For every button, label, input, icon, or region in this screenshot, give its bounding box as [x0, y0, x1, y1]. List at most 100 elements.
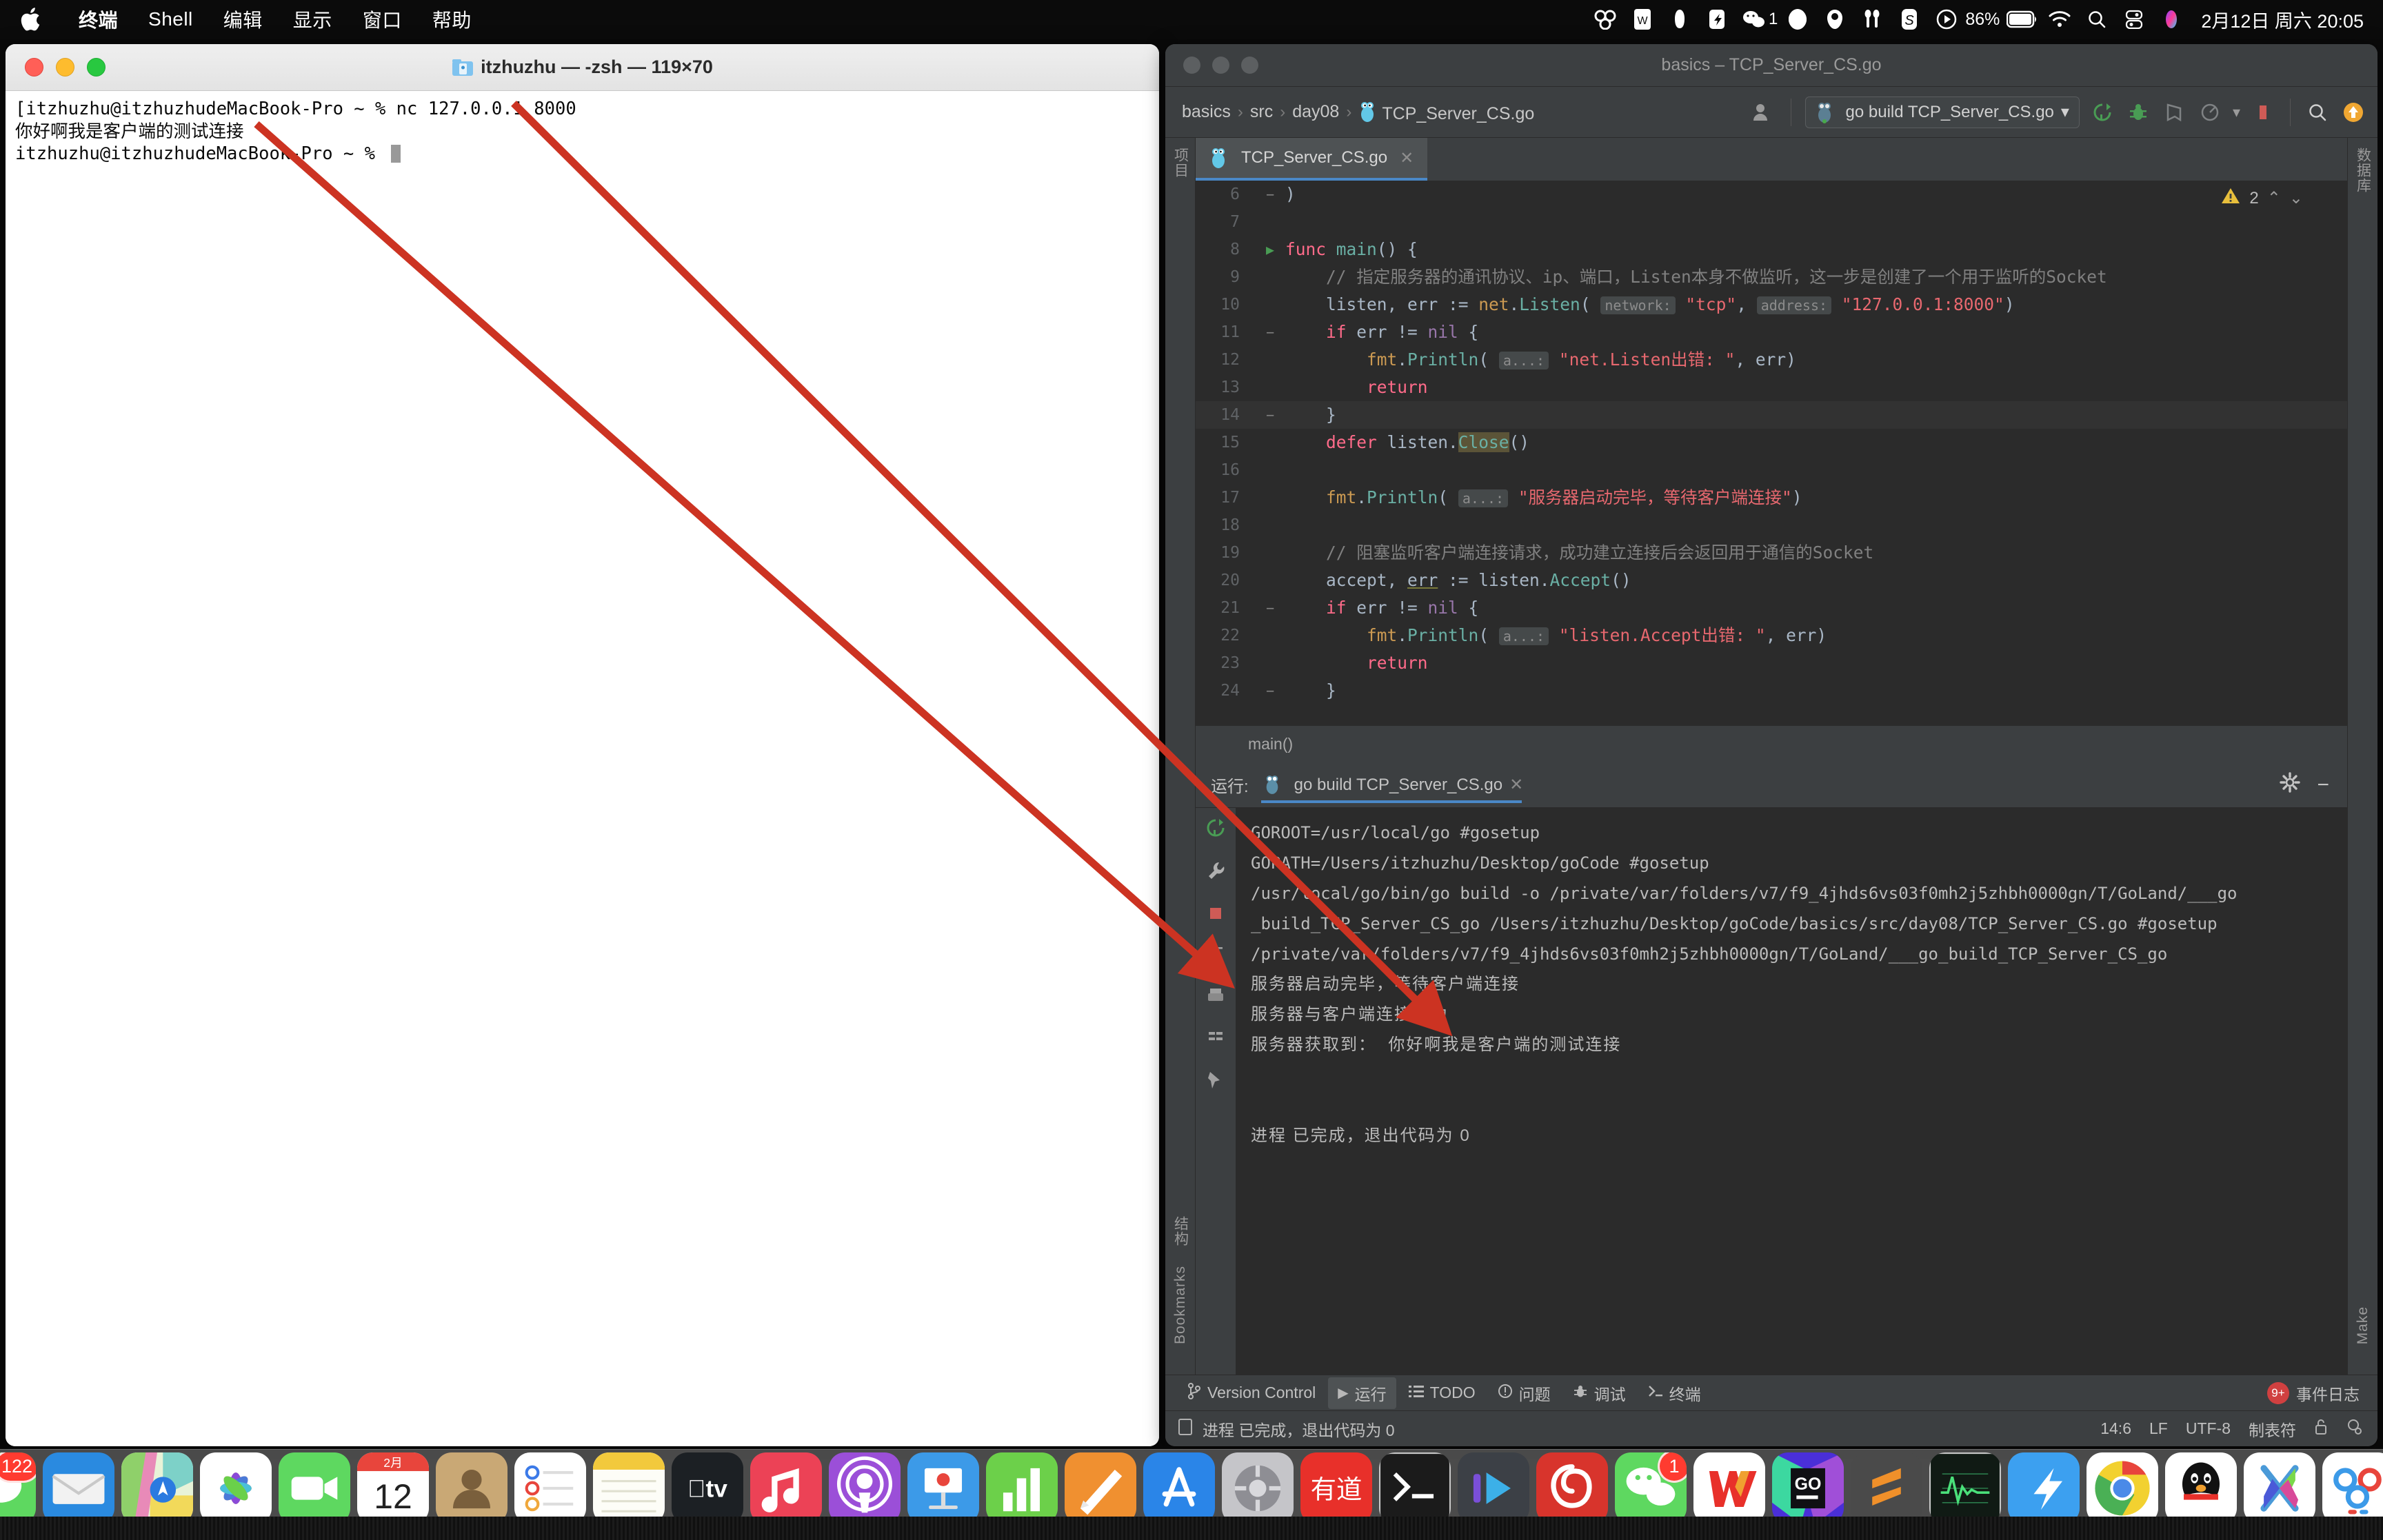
tool-window-run[interactable]: ▶ 运行 — [1328, 1377, 1396, 1409]
baidu-netdisk-icon[interactable] — [1587, 4, 1624, 34]
chevron-up-icon[interactable]: ⌃ — [2267, 188, 2281, 208]
debug-icon[interactable] — [2125, 99, 2151, 125]
dock-item-goland[interactable]: GO — [1772, 1452, 1844, 1524]
wps-icon[interactable]: W — [1624, 4, 1661, 34]
dingtalk-icon[interactable] — [1698, 4, 1736, 34]
tool-window-version-control[interactable]: Version Control — [1178, 1379, 1325, 1408]
coverage-icon[interactable] — [2161, 99, 2187, 125]
wifi-icon[interactable] — [2041, 4, 2078, 34]
rerun-icon[interactable] — [1205, 818, 1226, 843]
wrench-icon[interactable] — [1207, 861, 1225, 886]
menu-item-help[interactable]: 帮助 — [417, 6, 487, 33]
status-line-separator[interactable]: LF — [2149, 1419, 2168, 1438]
dock-item-terminal[interactable] — [1379, 1452, 1451, 1524]
update-icon[interactable] — [2340, 99, 2366, 125]
close-icon[interactable]: ✕ — [1509, 775, 1523, 795]
soft-wrap-icon[interactable] — [1207, 1029, 1225, 1052]
chevron-down-icon[interactable]: ▾ — [2061, 102, 2069, 122]
control-center-icon[interactable] — [2115, 4, 2153, 34]
goland-window[interactable]: basics – TCP_Server_CS.go basics › src ›… — [1165, 44, 2377, 1446]
minimize-icon[interactable]: − — [2317, 774, 2329, 796]
dock-item-mail[interactable] — [43, 1452, 114, 1524]
wechat-icon[interactable] — [1736, 4, 1773, 34]
code-editor[interactable]: 2 ⌃ ⌄ 6 −) 7 8 ▶ func main() {9 // 指定服务器的通讯协议… — [1196, 181, 2347, 725]
menu-item-window[interactable]: 窗口 — [348, 6, 417, 33]
sidebar-item-database[interactable]: 数据库 — [2353, 138, 2373, 203]
scroll-to-end-icon[interactable] — [1207, 945, 1225, 969]
dock-item-messages[interactable]: 122 — [0, 1452, 36, 1524]
alfred-icon[interactable] — [1816, 4, 1853, 34]
battery-icon[interactable] — [2004, 4, 2041, 34]
sidebar-item-project[interactable]: 项目 — [1170, 138, 1191, 188]
tool-window-todo[interactable]: TODO — [1399, 1379, 1485, 1406]
unlock-icon[interactable] — [2314, 1418, 2328, 1440]
status-caret-position[interactable]: 14:6 — [2100, 1419, 2131, 1438]
dock-item-iina[interactable] — [1458, 1452, 1529, 1524]
status-indent[interactable]: 制表符 — [2249, 1417, 2296, 1441]
control-center-play-icon[interactable] — [1928, 4, 1965, 34]
chevron-down-icon[interactable]: ▾ — [2233, 103, 2240, 121]
inspection-eye-icon[interactable] — [2346, 1418, 2362, 1440]
sogou-input-icon[interactable]: S — [1891, 4, 1928, 34]
dock-item-facetime[interactable] — [279, 1452, 350, 1524]
event-log-button[interactable]: 9+ 事件日志 — [2267, 1381, 2377, 1405]
run-tab[interactable]: go build TCP_Server_CS.go ✕ — [1260, 774, 1534, 803]
dock-item-notes[interactable] — [593, 1452, 665, 1524]
run-icon[interactable] — [2089, 99, 2115, 125]
breadcrumb-src[interactable]: src — [1245, 102, 1278, 122]
dock-item-app-store[interactable] — [1143, 1452, 1215, 1524]
dock-item-maps[interactable] — [121, 1452, 193, 1524]
siri-icon[interactable] — [2153, 4, 2190, 34]
print-icon[interactable] — [1207, 987, 1225, 1011]
status-encoding[interactable]: UTF-8 — [2186, 1419, 2231, 1438]
menu-item-view[interactable]: 显示 — [278, 6, 348, 33]
dock-item-chrome[interactable] — [2087, 1452, 2158, 1524]
editor-breadcrumb[interactable]: main() — [1196, 725, 2347, 762]
dock-item-calendar[interactable]: 2月 12 — [357, 1452, 429, 1524]
terminal-window[interactable]: itzhuzhu — -zsh — 119×70 [itzhuzhu@itzhu… — [6, 44, 1159, 1446]
dock-item-dingtalk[interactable] — [2008, 1452, 2080, 1524]
sidebar-item-bookmarks[interactable]: Bookmarks — [1172, 1256, 1189, 1354]
user-account-icon[interactable] — [1751, 99, 1777, 125]
dock-item-baidu-netdisk[interactable] — [2322, 1452, 2383, 1524]
xmind-icon[interactable] — [1779, 4, 1816, 34]
dock-item-keynote[interactable] — [907, 1452, 979, 1524]
run-configuration-selector[interactable]: go build TCP_Server_CS.go ▾ — [1804, 96, 2080, 128]
breadcrumb-file[interactable]: TCP_Server_CS.go — [1353, 101, 1540, 124]
breadcrumb-day08[interactable]: day08 — [1287, 102, 1345, 122]
search-icon[interactable] — [2078, 4, 2115, 34]
dock-item-contacts[interactable] — [436, 1452, 507, 1524]
chevron-down-icon[interactable]: ⌄ — [2289, 188, 2303, 208]
menu-item-edit[interactable]: 编辑 — [208, 6, 278, 33]
profile-icon[interactable] — [2197, 99, 2223, 125]
dock-item-wechat[interactable]: 1 — [1615, 1452, 1687, 1524]
inspection-widget[interactable]: 2 ⌃ ⌄ — [2220, 186, 2303, 210]
dock-item-youdao-dict[interactable]: 有道 — [1300, 1452, 1372, 1524]
dock-item-reminders[interactable] — [514, 1452, 586, 1524]
console-output[interactable]: GOROOT=/usr/local/go #gosetup GOPATH=/Use… — [1236, 808, 2347, 1375]
dock-item-activity-monitor[interactable] — [1929, 1452, 2001, 1524]
terminal-title-bar[interactable]: itzhuzhu — -zsh — 119×70 — [6, 44, 1159, 91]
tool-window-debug[interactable]: 调试 — [1563, 1377, 1636, 1409]
gear-icon[interactable] — [2280, 772, 2301, 798]
dock-item-photos[interactable] — [200, 1452, 272, 1524]
dock-item-podcasts[interactable] — [829, 1452, 901, 1524]
dock-item-netease-music[interactable] — [1536, 1452, 1608, 1524]
dock-item-numbers[interactable] — [986, 1452, 1058, 1524]
tool-window-terminal[interactable]: 终端 — [1638, 1377, 1711, 1409]
dock-item-qq[interactable] — [2165, 1452, 2237, 1524]
dock-item-system-preferences[interactable] — [1222, 1452, 1294, 1524]
airpods-icon[interactable] — [1853, 4, 1891, 34]
stop-icon[interactable] — [1207, 904, 1225, 927]
tool-window-problems[interactable]: 问题 — [1488, 1377, 1560, 1409]
dock-item-wps-office[interactable] — [1693, 1452, 1765, 1524]
menu-bar-clock[interactable]: 2月12日 周六 20:05 — [2201, 6, 2364, 33]
terminal-body[interactable]: [itzhuzhu@itzhuzhudeMacBook-Pro ~ % nc 1… — [6, 91, 1159, 1446]
pin-icon[interactable] — [1207, 1070, 1225, 1095]
stop-icon[interactable] — [2250, 99, 2276, 125]
dock-item-sublime-text[interactable] — [1851, 1452, 1922, 1524]
editor-tab-tcp-server[interactable]: TCP_Server_CS.go ✕ — [1196, 138, 1428, 181]
apple-logo-icon[interactable] — [21, 6, 44, 33]
dock-item-music[interactable] — [750, 1452, 822, 1524]
menu-item-terminal[interactable]: 终端 — [63, 6, 133, 33]
